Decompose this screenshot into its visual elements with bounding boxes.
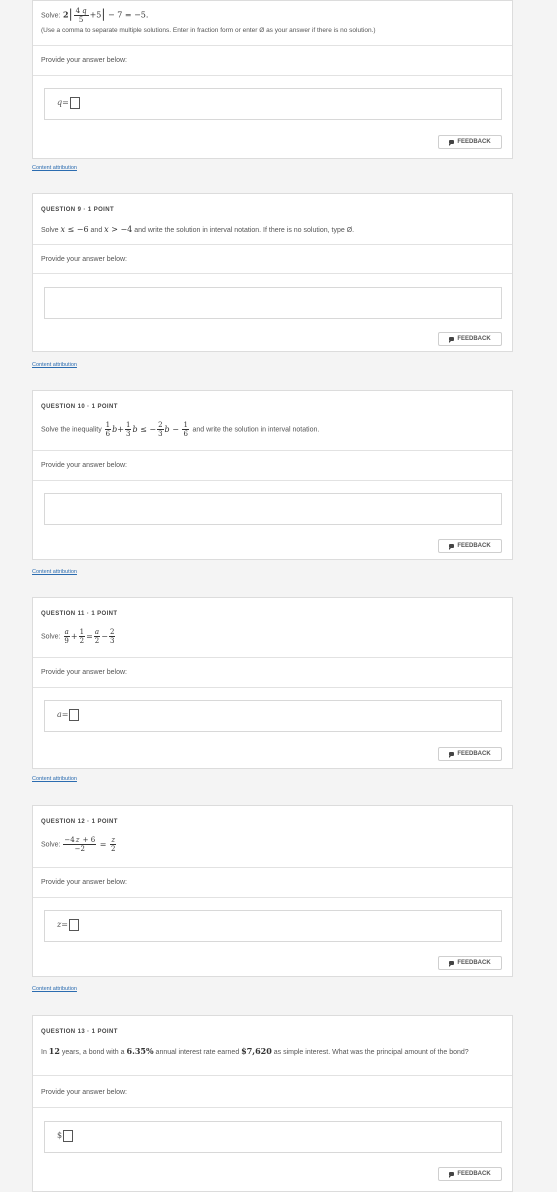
q12-heading: QUESTION 12 · 1 POINT [41,819,118,825]
provide-answer-label: Provide your answer below: [41,1089,127,1096]
provide-answer-label: Provide your answer below: [41,256,127,263]
comment-icon [449,337,455,343]
q11-answer-field[interactable]: a= [44,700,502,732]
question-13-card: QUESTION 13 · 1 POINT In 12 years, a bon… [32,1015,513,1192]
q8-answer-field[interactable]: q= [44,88,502,120]
provide-answer-label: Provide your answer below: [41,462,127,469]
q12-question: Solve: −4z + 6 −2 = z2 [41,836,117,853]
question-12-card: QUESTION 12 · 1 POINT Solve: −4z + 6 −2 =… [32,805,513,977]
q10-question: Solve the inequality 1 6 b+ 1 3 b ≤ −2 3 b − 16… [41,421,320,438]
content-attribution-link[interactable]: Content attribution [32,362,77,368]
feedback-button[interactable]: FEEDBACK [438,135,502,149]
content-attribution-link[interactable]: Content attribution [32,986,77,992]
question-9-card: QUESTION 9 · 1 POINT Solve x ≤ −6 and x … [32,193,513,352]
q9-heading: QUESTION 9 · 1 POINT [41,207,115,213]
q11-question: Solve: a 9 +1 2 = a 2−2 3 [41,628,116,645]
q13-heading: QUESTION 13 · 1 POINT [41,1029,118,1035]
q8-instruction: (Use a comma to separate multiple soluti… [41,27,376,34]
provide-answer-label: Provide your answer below: [41,669,127,676]
q13-question: In 12 years, a bond with a 6.35% annual … [41,1046,469,1056]
answer-blank[interactable] [69,709,80,721]
content-attribution-link[interactable]: Content attribution [32,776,77,782]
comment-icon [449,1172,455,1178]
content-attribution-link[interactable]: Content attribution [32,165,77,171]
q10-heading: QUESTION 10 · 1 POINT [41,404,118,410]
answer-blank[interactable] [69,97,80,109]
content-attribution-link[interactable]: Content attribution [32,569,77,575]
question-10-card: QUESTION 10 · 1 POINT Solve the inequali… [32,390,513,560]
provide-answer-label: Provide your answer below: [41,879,127,886]
q8-equation: Solve: 2| 4 q 5 +5| − 7 = −5. [41,6,149,24]
q12-answer-field[interactable]: z= [44,910,502,942]
q11-heading: QUESTION 11 · 1 POINT [41,611,118,617]
question-8-card: Solve: 2| 4 q 5 +5| − 7 = −5. (Use a comma t… [32,0,513,159]
comment-icon [449,961,455,967]
feedback-button[interactable]: FEEDBACK [438,956,502,970]
comment-icon [449,544,455,550]
q10-answer-field[interactable] [44,493,502,525]
feedback-button[interactable]: FEEDBACK [438,332,502,346]
comment-icon [449,140,455,146]
answer-blank[interactable] [68,919,79,931]
feedback-button[interactable]: FEEDBACK [438,539,502,553]
feedback-button[interactable]: FEEDBACK [438,747,502,761]
feedback-button[interactable]: FEEDBACK [438,1167,502,1181]
question-11-card: QUESTION 11 · 1 POINT Solve: a 9 +1 2 = a 2−2 3… [32,597,513,769]
q9-question: Solve x ≤ −6 and x > −4 and write the so… [41,225,355,234]
q9-answer-field[interactable] [44,287,502,319]
q13-answer-field[interactable]: $ [44,1121,502,1153]
provide-answer-label: Provide your answer below: [41,57,127,64]
comment-icon [449,752,455,758]
answer-blank[interactable] [63,1130,74,1142]
